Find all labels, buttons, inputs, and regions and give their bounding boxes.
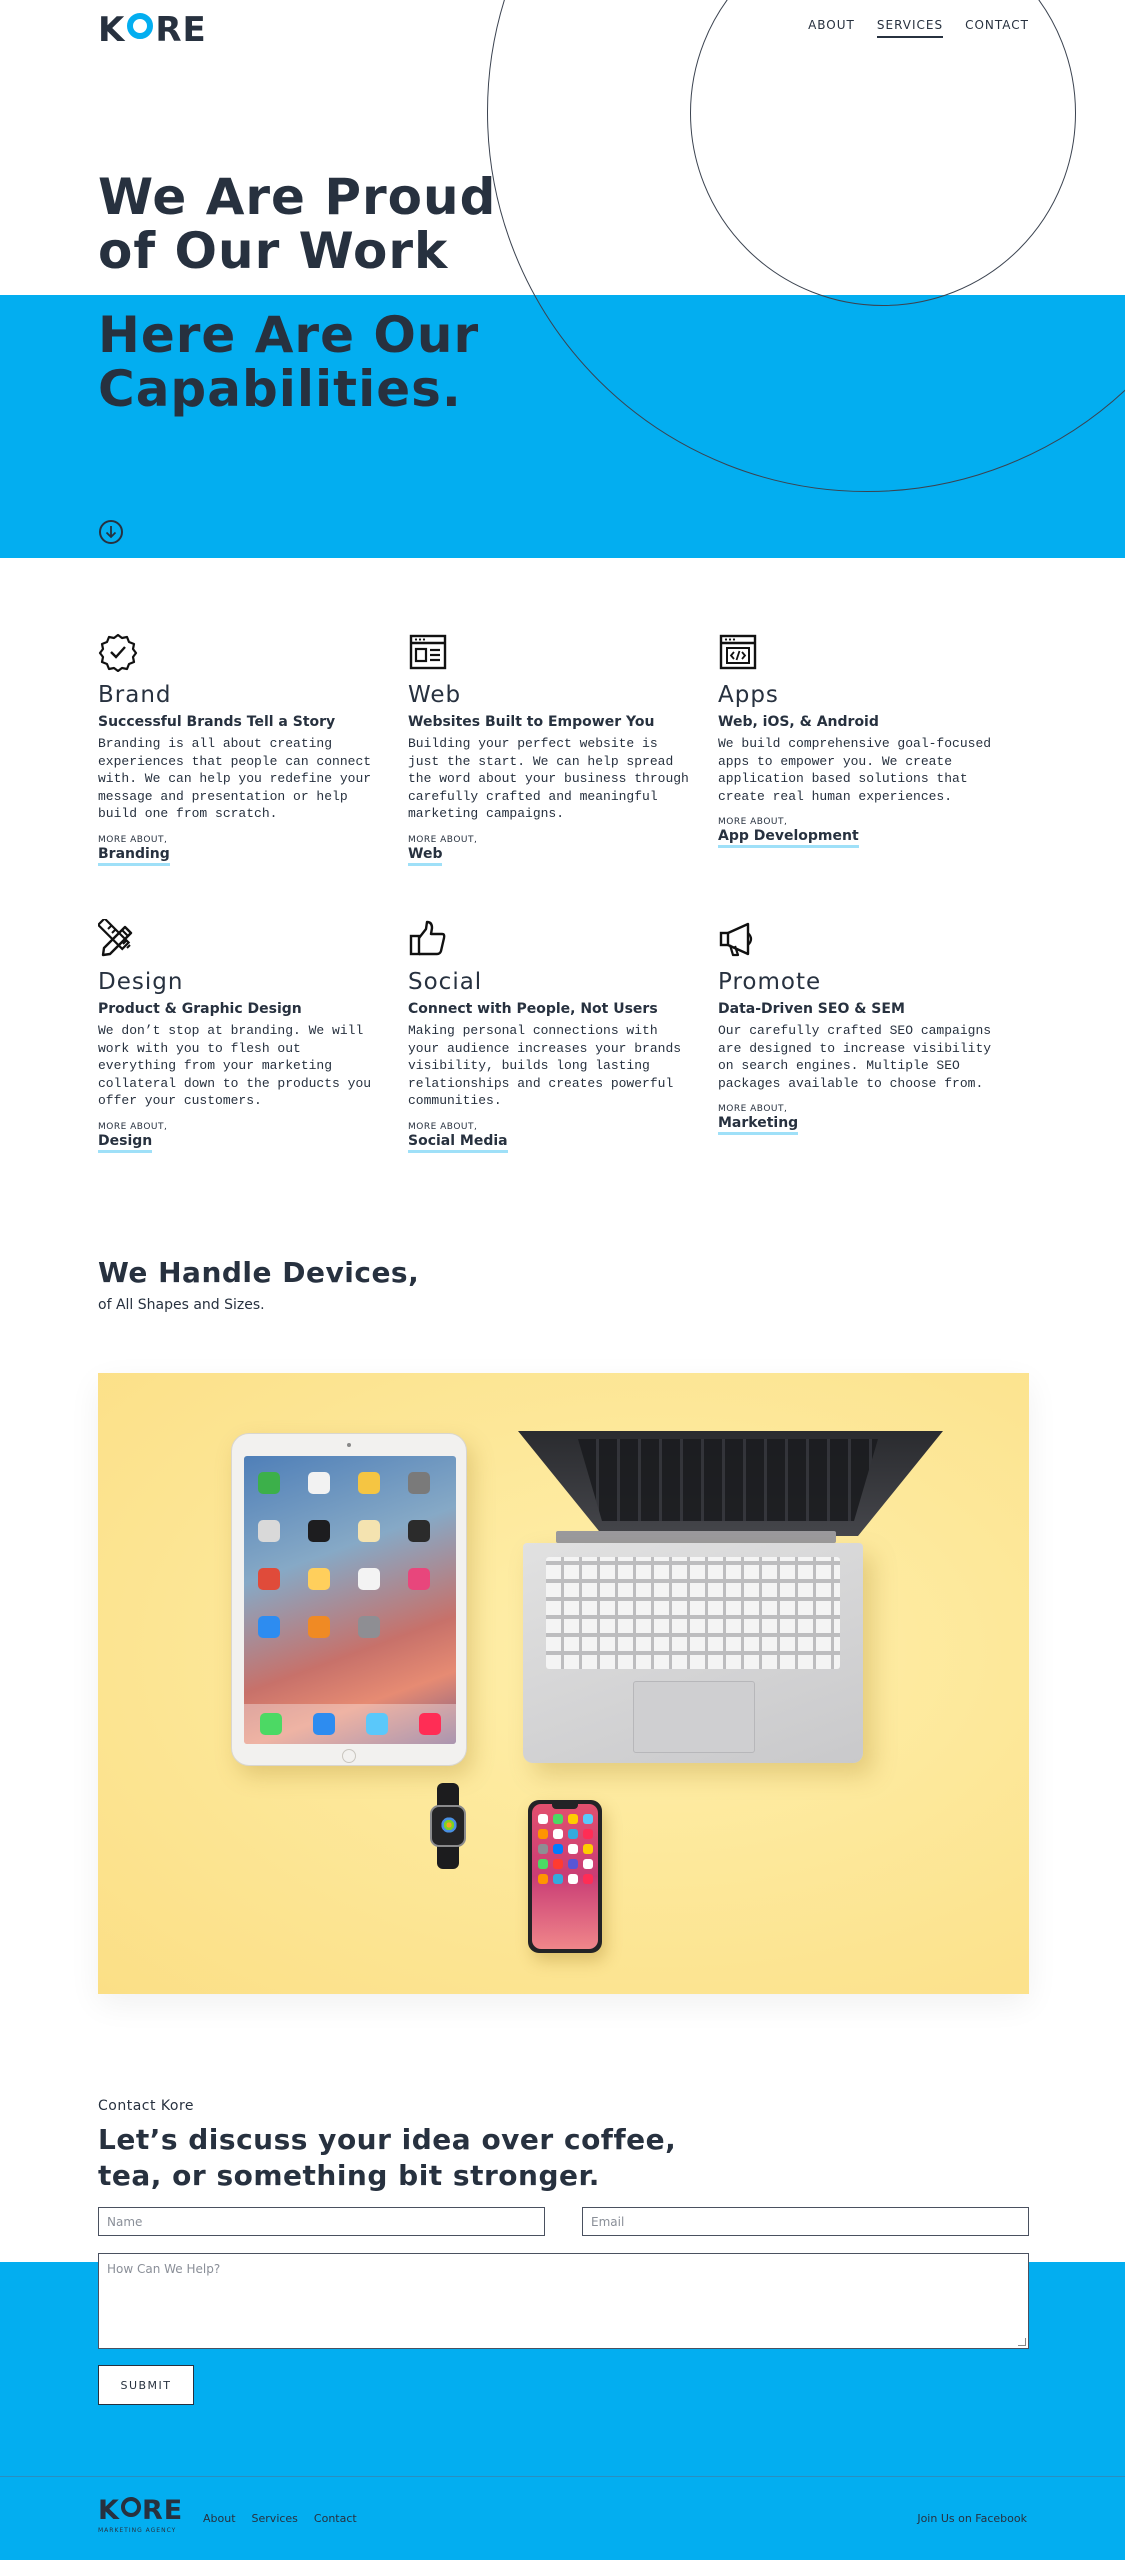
hero-subtitle: Here Are Our Capabilities.	[98, 306, 480, 418]
marketing-link[interactable]: Marketing	[718, 1115, 799, 1135]
contact-title: Let’s discuss your idea over coffee, tea…	[98, 2123, 677, 2192]
logo-letter-k: K	[98, 10, 126, 50]
more-about-label: MORE ABOUT,	[98, 1121, 168, 1132]
logo[interactable]: K RE	[98, 10, 207, 50]
footer-logo-ring-icon	[120, 2497, 141, 2517]
service-web: Web Websites Built to Empower You Buildi…	[408, 632, 693, 866]
service-social: Social Connect with People, Not Users Ma…	[408, 919, 693, 1153]
tablet-image	[231, 1433, 467, 1766]
service-subtitle: Successful Brands Tell a Story	[98, 714, 336, 730]
service-title: Social	[408, 969, 483, 995]
footer-nav-about[interactable]: About	[203, 2512, 236, 2525]
web-link[interactable]: Web	[408, 846, 443, 866]
service-brand: Brand Successful Brands Tell a Story Bra…	[98, 632, 383, 866]
service-title: Web	[408, 682, 462, 708]
devices-title: We Handle Devices,	[98, 1256, 420, 1289]
service-title: Design	[98, 969, 184, 995]
footer-tagline: MARKETING AGENCY	[98, 2527, 177, 2534]
service-design: Design Product & Graphic Design We don’t…	[96, 916, 383, 1153]
pencil-ruler-icon	[96, 916, 138, 959]
more-about-label: MORE ABOUT,	[718, 1104, 788, 1114]
submit-button[interactable]: SUBMIT	[98, 2365, 194, 2405]
footer-nav-contact[interactable]: Contact	[314, 2512, 357, 2525]
social-media-link[interactable]: Social Media	[408, 1133, 508, 1153]
resize-handle-icon[interactable]	[1018, 2338, 1026, 2346]
badge-check-icon	[98, 632, 138, 673]
footer-logo-letters-re: RE	[141, 2495, 184, 2526]
service-subtitle: Websites Built to Empower You	[408, 714, 655, 730]
laptop-image	[518, 1431, 943, 1771]
smartphone-image	[528, 1800, 602, 1953]
nav-contact[interactable]: CONTACT	[965, 18, 1029, 38]
app-development-link[interactable]: App Development	[718, 828, 859, 848]
service-apps: Apps Web, iOS, & Android We build compre…	[718, 632, 1003, 848]
browser-window-icon	[408, 632, 448, 672]
footer-logo[interactable]: K RE	[98, 2497, 183, 2525]
service-description: Branding is all about creating experienc…	[98, 736, 372, 821]
service-description: Making personal connections with your au…	[408, 1023, 682, 1108]
service-title: Brand	[98, 682, 172, 708]
site-header: K RE ABOUT SERVICES CONTACT	[0, 0, 1125, 56]
thumbs-up-icon	[408, 919, 448, 959]
service-promote: Promote Data-Driven SEO & SEM Our carefu…	[718, 919, 1003, 1135]
service-subtitle: Product & Graphic Design	[98, 1001, 302, 1017]
megaphone-icon	[718, 919, 758, 959]
footer-nav: About Services Contact	[203, 2512, 357, 2525]
devices-photo	[98, 1373, 1029, 1994]
design-link[interactable]: Design	[98, 1133, 153, 1153]
main-nav: ABOUT SERVICES CONTACT	[808, 18, 1029, 38]
hero-title: We Are Proud of Our Work	[98, 168, 497, 280]
service-description: We don’t stop at branding. We will work …	[98, 1023, 372, 1108]
facebook-link[interactable]: Join Us on Facebook	[917, 2512, 1027, 2525]
devices-subtitle: of All Shapes and Sizes.	[98, 1297, 265, 1313]
service-description: Our carefully crafted SEO campaigns are …	[718, 1023, 992, 1091]
message-field[interactable]	[98, 2253, 1029, 2349]
site-footer: K RE MARKETING AGENCY About Services Cont…	[0, 2476, 1125, 2560]
more-about-label: MORE ABOUT,	[718, 817, 788, 827]
smartwatch-image	[430, 1783, 466, 1869]
page: K RE ABOUT SERVICES CONTACT We Are Proud …	[0, 0, 1125, 2560]
service-subtitle: Web, iOS, & Android	[718, 714, 879, 730]
logo-letters-re: RE	[155, 10, 207, 50]
logo-ring-icon	[127, 13, 154, 39]
branding-link[interactable]: Branding	[98, 846, 170, 866]
service-subtitle: Connect with People, Not Users	[408, 1001, 658, 1017]
more-about-label: MORE ABOUT,	[408, 1121, 478, 1132]
service-description: Building your perfect website is just th…	[408, 736, 689, 821]
email-field[interactable]	[582, 2207, 1029, 2236]
arrow-down-circle-icon[interactable]	[99, 520, 123, 544]
more-about-label: MORE ABOUT,	[408, 834, 478, 845]
service-title: Apps	[718, 682, 779, 708]
contact-label: Contact Kore	[98, 2098, 195, 2114]
nav-about[interactable]: ABOUT	[808, 18, 855, 38]
more-about-label: MORE ABOUT,	[98, 834, 168, 845]
service-description: We build comprehensive goal-focused apps…	[718, 736, 992, 804]
name-field[interactable]	[98, 2207, 545, 2236]
service-subtitle: Data-Driven SEO & SEM	[718, 1001, 905, 1017]
service-title: Promote	[718, 969, 822, 995]
footer-logo-letter-k: K	[98, 2495, 120, 2526]
nav-services[interactable]: SERVICES	[876, 18, 944, 38]
code-window-icon	[718, 632, 758, 672]
footer-nav-services[interactable]: Services	[252, 2512, 298, 2525]
